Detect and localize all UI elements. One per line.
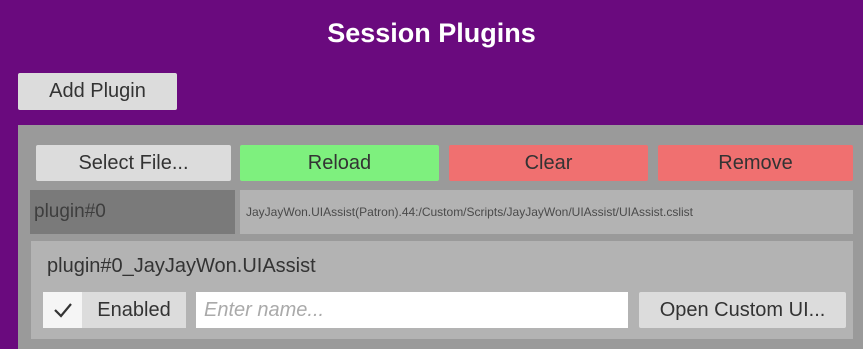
clear-button[interactable]: Clear: [449, 145, 648, 181]
name-input[interactable]: [196, 292, 628, 328]
enabled-checkbox[interactable]: [43, 292, 82, 328]
plugin-path: JayJayWon.UIAssist(Patron).44:/Custom/Sc…: [240, 190, 853, 234]
reload-button[interactable]: Reload: [240, 145, 439, 181]
add-plugin-button[interactable]: Add Plugin: [18, 73, 177, 110]
plugin-id-label: plugin#0: [30, 190, 235, 234]
checkmark-icon: [53, 303, 72, 318]
enabled-label[interactable]: Enabled: [82, 292, 186, 328]
select-file-button[interactable]: Select File...: [36, 145, 231, 181]
plugin-sub-title: plugin#0_JayJayWon.UIAssist: [47, 255, 316, 277]
open-custom-ui-button[interactable]: Open Custom UI...: [639, 292, 846, 328]
remove-button[interactable]: Remove: [658, 145, 853, 181]
page-title: Session Plugins: [327, 18, 536, 48]
